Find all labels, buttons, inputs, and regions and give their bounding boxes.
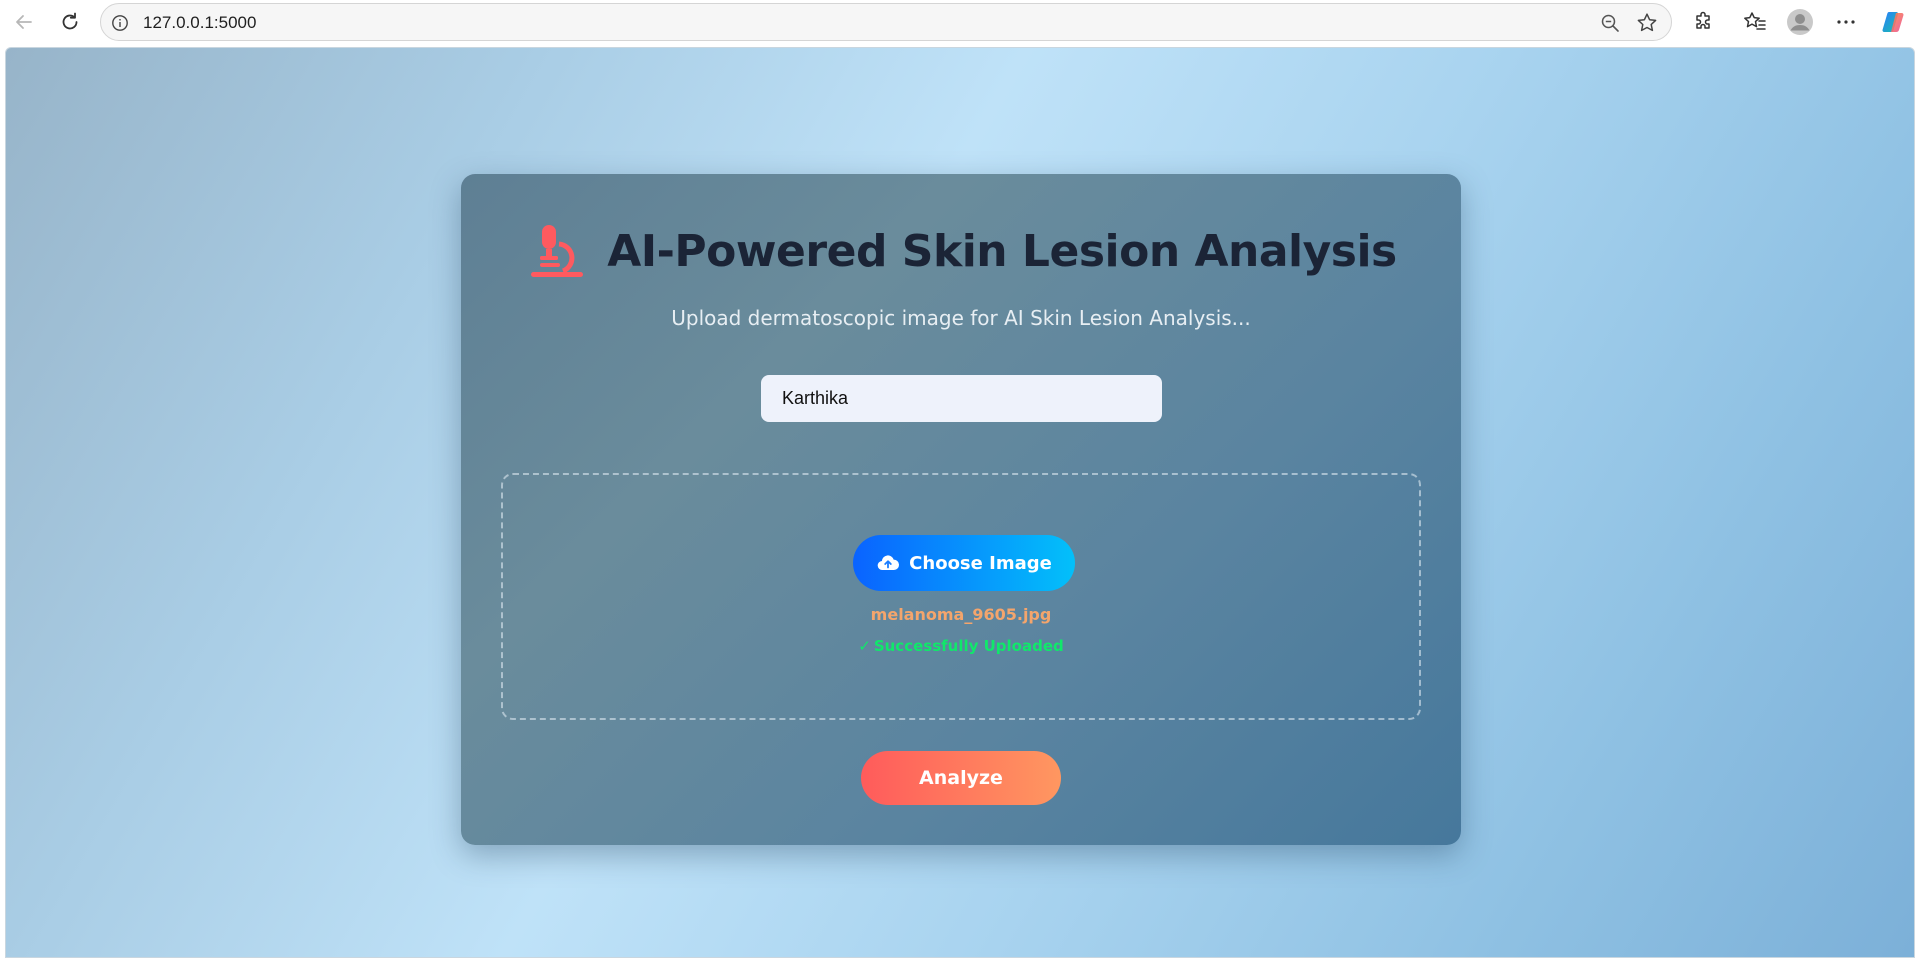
info-icon[interactable]	[111, 14, 129, 32]
favorites-icon[interactable]	[1741, 8, 1769, 36]
analyze-button[interactable]: Analyze	[861, 751, 1061, 805]
profile-avatar-icon[interactable]	[1786, 8, 1814, 36]
star-icon[interactable]	[1635, 11, 1659, 35]
page-viewport: AI-Powered Skin Lesion Analysis Upload d…	[5, 47, 1915, 958]
page-title: AI-Powered Skin Lesion Analysis	[607, 225, 1397, 277]
check-icon: ✓	[858, 637, 871, 655]
zoom-out-icon[interactable]	[1599, 12, 1621, 34]
back-arrow-icon[interactable]	[8, 7, 40, 37]
selected-file-name: melanoma_9605.jpg	[870, 605, 1052, 624]
choose-image-label: Choose Image	[909, 552, 1052, 574]
address-bar[interactable]: 127.0.0.1:5000	[100, 3, 1672, 41]
upload-status: ✓ Successfully Uploaded	[503, 637, 1419, 655]
copilot-icon[interactable]	[1879, 8, 1907, 36]
patient-name-input[interactable]	[761, 375, 1162, 422]
analyze-label: Analyze	[919, 767, 1003, 789]
reload-icon[interactable]	[54, 7, 86, 37]
browser-toolbar: 127.0.0.1:5000	[0, 0, 1918, 44]
page-subtitle: Upload dermatoscopic image for AI Skin L…	[671, 306, 1251, 330]
address-url[interactable]: 127.0.0.1:5000	[143, 14, 256, 32]
choose-image-button[interactable]: Choose Image	[853, 535, 1075, 591]
analysis-card: AI-Powered Skin Lesion Analysis Upload d…	[461, 174, 1461, 845]
upload-dropzone[interactable]: Choose Image melanoma_9605.jpg ✓ Successf…	[501, 473, 1421, 720]
more-icon[interactable]	[1832, 8, 1860, 36]
microscope-icon	[525, 220, 587, 282]
puzzle-icon[interactable]	[1690, 8, 1718, 36]
upload-status-text: Successfully Uploaded	[873, 637, 1064, 655]
page-title-row: AI-Powered Skin Lesion Analysis	[461, 216, 1461, 286]
cloud-upload-icon	[876, 551, 900, 575]
